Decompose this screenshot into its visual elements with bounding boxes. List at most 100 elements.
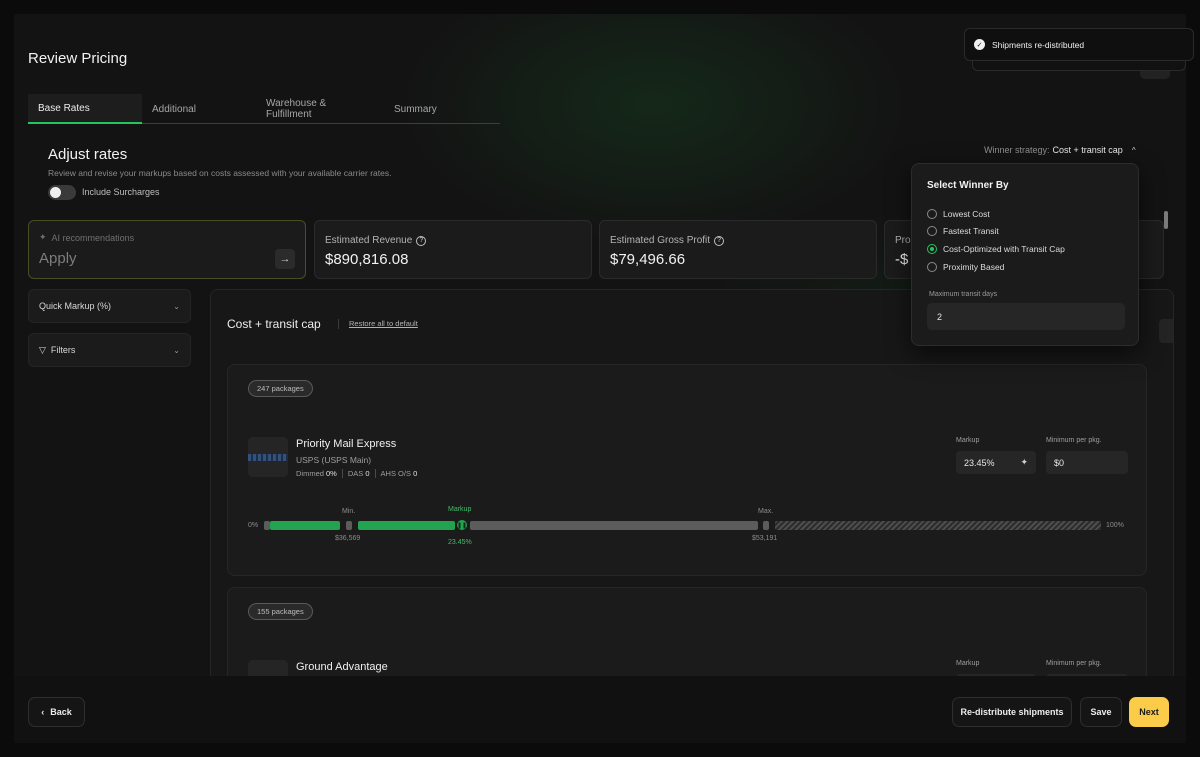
minimum-per-pkg-label: Minimum per pkg. (1046, 437, 1102, 444)
arrow-right-icon[interactable]: → (275, 249, 295, 269)
range-segment-over-max (775, 521, 1101, 530)
estimated-gross-profit-card: Estimated Gross Profit ? $79,496.66 (599, 220, 877, 279)
markup-label: Markup (956, 437, 980, 444)
app-window: Review Pricing Base Rates Additional War… (14, 14, 1186, 743)
range-min-label: Min. (342, 508, 356, 515)
markup-input[interactable]: 23.45% ✦ (956, 451, 1036, 474)
winner-strategy-dropdown: Select Winner By Lowest Cost Fastest Tra… (911, 163, 1139, 346)
ai-recommendations-label: AI recommendations (51, 232, 135, 243)
back-label: Back (50, 707, 72, 717)
range-markup-value: 23.45% (448, 539, 472, 546)
option-lowest-cost[interactable]: Lowest Cost (927, 209, 990, 219)
range-max-tick (763, 521, 769, 530)
markup-label: Markup (956, 660, 980, 667)
ahs-stat: AHS O/S 0 (380, 469, 418, 478)
tab-warehouse-fulfillment[interactable]: Warehouse & Fulfillment (256, 94, 384, 124)
divider (374, 469, 376, 478)
filters-label: Filters (50, 345, 76, 355)
sparkle-icon: ✦ (39, 232, 47, 242)
adjust-rates-subtitle: Review and revise your markups based on … (48, 168, 392, 178)
chevron-up-icon: ^ (1131, 145, 1136, 155)
estimated-revenue-value: $890,816.08 (325, 251, 409, 268)
profit-value: -$ (895, 251, 909, 268)
ai-recommendations-header: ✦ AI recommendations (39, 232, 134, 243)
winner-strategy-label: Winner strategy: (984, 145, 1050, 155)
include-surcharges-toggle[interactable] (48, 185, 76, 200)
minimum-per-pkg-label: Minimum per pkg. (1046, 660, 1102, 667)
tab-additional[interactable]: Additional (142, 94, 256, 124)
chevron-down-icon: ⌄ (173, 301, 180, 311)
usps-logo-mark (248, 454, 288, 461)
info-icon[interactable]: ? (714, 235, 725, 246)
radio-button[interactable] (927, 209, 937, 219)
minimum-per-pkg-input[interactable]: $0 (1046, 451, 1128, 474)
save-button[interactable]: Save (1080, 697, 1122, 727)
chevron-left-icon: ‹ (41, 707, 45, 717)
tab-base-rates[interactable]: Base Rates (28, 94, 142, 124)
estimated-gross-profit-label: Estimated Gross Profit (610, 235, 711, 246)
das-stat: DAS 0 (347, 469, 370, 478)
max-transit-days-label: Maximum transit days (929, 291, 998, 298)
winner-strategy-selector[interactable]: Winner strategy: Cost + transit cap ^ (984, 145, 1136, 155)
toast-notification: ✓ Shipments re-distributed (964, 28, 1194, 61)
toggle-knob (50, 187, 61, 198)
filters-dropdown[interactable]: ▽ Filters ⌄ (28, 333, 191, 367)
option-proximity-based[interactable]: Proximity Based (927, 262, 1004, 272)
tab-bar: Base Rates Additional Warehouse & Fulfil… (28, 94, 500, 124)
chevron-down-icon: ⌄ (173, 345, 180, 355)
package-count-badge: 155 packages (248, 603, 313, 620)
minimum-per-pkg-value: $0 (1054, 457, 1065, 468)
range-max-value: $53,191 (752, 535, 778, 542)
service-name: Priority Mail Express (296, 438, 397, 450)
service-group: 247 packages Priority Mail Express USPS … (227, 364, 1147, 576)
quick-markup-dropdown[interactable]: Quick Markup (%) ⌄ (28, 289, 191, 323)
winner-strategy-value: Cost + transit cap (1052, 145, 1123, 155)
radio-button-selected[interactable] (927, 244, 937, 254)
sparkle-icon[interactable]: ✦ (1020, 457, 1028, 468)
max-transit-days-input[interactable]: 2 (927, 303, 1125, 330)
page-title: Review Pricing (28, 50, 128, 67)
service-name: Ground Advantage (296, 661, 388, 673)
range-markup-label: Markup (448, 506, 472, 513)
dropdown-title: Select Winner By (927, 180, 1009, 191)
option-label: Lowest Cost (943, 209, 990, 219)
back-button[interactable]: ‹ Back (28, 697, 85, 727)
profit-label: Pro (895, 235, 911, 246)
dimmed-stat: Dimmed 0% (296, 469, 337, 478)
radio-button[interactable] (927, 226, 937, 236)
option-label: Fastest Transit (943, 226, 999, 236)
divider (338, 319, 339, 329)
range-max-label: Max. (758, 508, 774, 515)
usps-logo (248, 437, 288, 477)
range-start-label: 0% (248, 522, 259, 529)
markup-slider-handle[interactable]: ❚❚ (455, 518, 469, 532)
option-fastest-transit[interactable]: Fastest Transit (927, 226, 999, 236)
range-min-value: $36,569 (335, 535, 361, 542)
divider (341, 469, 343, 478)
quick-markup-label: Quick Markup (%) (39, 301, 112, 311)
scrollbar[interactable] (1164, 211, 1168, 229)
tab-summary[interactable]: Summary (384, 94, 447, 124)
option-label: Cost-Optimized with Transit Cap (943, 244, 1065, 254)
range-segment-markup (358, 521, 455, 530)
radio-button[interactable] (927, 262, 937, 272)
range-end-label: 100% (1106, 522, 1124, 529)
panel-action-button[interactable] (1159, 319, 1173, 343)
adjust-rates-title: Adjust rates (48, 146, 128, 163)
option-label: Proximity Based (943, 262, 1005, 272)
next-button[interactable]: Next (1129, 697, 1169, 727)
markup-value: 23.45% (964, 457, 995, 468)
check-circle-icon: ✓ (974, 39, 985, 50)
estimated-gross-profit-value: $79,496.66 (610, 251, 686, 268)
estimated-revenue-card: Estimated Revenue ? $890,816.08 (314, 220, 592, 279)
filter-icon: ▽ (39, 344, 46, 355)
restore-defaults-link[interactable]: Restore all to default (349, 319, 418, 328)
info-icon[interactable]: ? (416, 235, 427, 246)
option-cost-optimized-transit-cap[interactable]: Cost-Optimized with Transit Cap (927, 244, 1065, 254)
toast-message: Shipments re-distributed (992, 39, 1085, 50)
estimated-revenue-label: Estimated Revenue (325, 235, 413, 246)
carrier-name: USPS (USPS Main) (296, 455, 372, 465)
redistribute-shipments-button[interactable]: Re-distribute shipments (952, 697, 1072, 727)
ai-recommendations-card[interactable]: ✦ AI recommendations Apply → (28, 220, 306, 279)
range-segment-filled (270, 521, 340, 530)
